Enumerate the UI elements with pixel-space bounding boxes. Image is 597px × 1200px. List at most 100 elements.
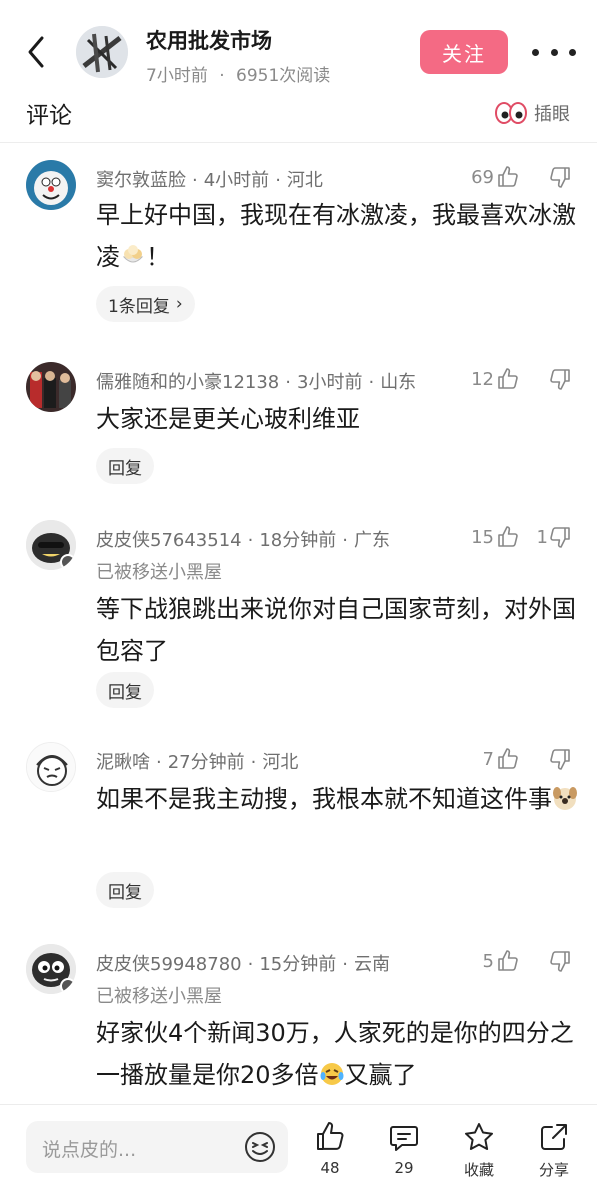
favorite-label: 收藏 [463,1161,494,1179]
chevron-left-icon [28,36,44,68]
more-options-icon[interactable] [532,38,576,66]
star-icon [465,1123,493,1150]
dot [569,48,576,56]
thumbs-up-icon [498,526,518,547]
comment-input[interactable]: 说点皮的... [26,1121,288,1173]
dislike-button[interactable] [520,364,572,394]
eyes-icon [495,102,527,124]
crying-dog-emoji-icon [553,787,577,810]
follow-button[interactable]: 关注 [420,30,508,74]
insert-eye-label: 插眼 [534,104,570,125]
thumbs-up-icon [498,748,518,769]
share-icon [541,1124,567,1150]
ice-cream-emoji-icon [122,245,144,263]
dot [532,48,539,56]
publisher-name[interactable]: 农用批发市场 [146,25,272,55]
thumbs-down-icon [550,527,570,548]
article-time: 7小时前 [146,66,208,86]
thumbs-up-icon [498,368,518,389]
reply-count-label: 1条回复 [108,296,170,317]
comment-time: 18分钟前 [259,530,337,551]
comment-item: 儒雅随和的小豪12138 · 3小时前 · 山东 12 大家还是更关心玻利维亚 回复 [0,362,597,492]
share-button[interactable]: 分享 [526,1121,582,1185]
thumbs-down-icon [550,951,570,972]
dot [550,48,558,56]
reply-button[interactable]: 回复 [96,448,154,484]
comment-location: 山东 [380,372,417,393]
comment-header: 儒雅随和的小豪12138 · 3小时前 · 山东 [96,372,417,393]
dislike-button[interactable] [520,946,572,976]
thumbs-down-icon [550,369,570,390]
thumbs-down-icon [550,167,570,188]
laughing-crying-emoji-icon [320,1063,344,1085]
reply-label: 回复 [108,682,142,703]
comment-text: 等下战狼跳出来说你对自己国家苛刻，对外国包容了 [96,595,576,665]
reply-button[interactable]: 回复 [96,872,154,908]
chevron-right-icon: › [175,294,183,314]
comment-text: 好家伙4个新闻30万，人家死的是你的四分之一播放量是你20多倍 又赢了 [96,1012,582,1096]
comment-item: 泥瞅啥 · 27分钟前 · 河北 7 如果不是我主动搜，我根本就不知道这件事 回复 [0,742,597,912]
back-button[interactable] [22,32,52,72]
user-avatar[interactable] [26,520,76,570]
comment-time: 15分钟前 [259,954,337,975]
article-reads: 6951次阅读 [236,66,331,86]
like-button[interactable]: 12 [440,364,520,394]
insert-eye-button[interactable]: 插眼 [494,100,570,126]
username[interactable]: 泥瞅啥 [96,752,150,773]
reply-label: 回复 [108,458,142,479]
like-button[interactable]: 7 [440,744,520,774]
comment-text: 大家还是更关心玻利维亚 [96,405,360,433]
like-count: 12 [471,368,494,390]
comment-text: 早上好中国，我现在有冰激凌，我最喜欢冰激凌！ [96,194,582,278]
share-label: 分享 [538,1161,569,1179]
comment-item: 皮皮侠57643514 · 18分钟前 · 广东 已被移送小黑屋 15 1 等下战狼跳出… [0,520,597,710]
article-header: 农用批发市场 7小时前 · 6951次阅读 关注 [0,0,597,94]
dislike-button[interactable] [520,744,572,774]
user-avatar[interactable] [26,944,76,994]
thumbs-up-icon [317,1122,344,1150]
user-avatar[interactable] [26,160,76,210]
comment-count: 29 [394,1159,414,1177]
favorite-button[interactable]: 收藏 [451,1121,507,1185]
comment-location: 河北 [262,752,299,773]
username[interactable]: 皮皮侠57643514 [96,530,242,551]
comment-text-tail: ！ [146,243,170,271]
username[interactable]: 皮皮侠59948780 [96,954,242,975]
reply-button[interactable]: 回复 [96,672,154,708]
like-article-button[interactable]: 48 [302,1121,358,1185]
emoji-picker-icon[interactable] [242,1129,278,1165]
user-status: 已被移送小黑屋 [96,562,222,583]
view-replies-button[interactable]: 1条回复 › [96,286,195,322]
comment-button[interactable]: 29 [376,1121,432,1185]
username[interactable]: 儒雅随和的小豪12138 [96,372,279,393]
comment-header: 皮皮侠59948780 · 15分钟前 · 云南 [96,954,390,975]
user-avatar[interactable] [26,742,76,792]
publisher-avatar[interactable] [76,26,128,78]
comment-input-placeholder: 说点皮的... [42,1139,137,1161]
comment-location: 广东 [354,530,390,551]
username[interactable]: 窦尔敦蓝脸 [96,170,186,191]
comment-location: 云南 [354,954,390,975]
user-status: 已被移送小黑屋 [96,986,222,1007]
bottom-action-bar: 说点皮的... 48 29 收藏 分享 [0,1104,597,1200]
thumbs-up-icon [498,950,518,971]
comment-time: 4小时前 [203,170,270,191]
comments-title: 评论 [26,103,72,129]
dislike-button[interactable] [520,162,572,192]
comment-icon [390,1126,418,1151]
comment-header: 皮皮侠57643514 · 18分钟前 · 广东 [96,530,390,551]
comment-item: 皮皮侠59948780 · 15分钟前 · 云南 已被移送小黑屋 5 好家伙4个新闻30… [0,944,597,1094]
comment-header: 窦尔敦蓝脸 · 4小时前 · 河北 [96,170,323,191]
dislike-button[interactable]: 1 [520,522,572,552]
user-avatar[interactable] [26,362,76,412]
comment-location: 河北 [286,170,323,191]
comment-header: 泥瞅啥 · 27分钟前 · 河北 [96,752,299,773]
like-button[interactable]: 15 [440,522,520,552]
thumbs-up-icon [498,166,518,187]
like-count: 15 [471,526,494,548]
like-count: 5 [482,950,494,972]
like-button[interactable]: 5 [440,946,520,976]
like-button[interactable]: 69 [440,162,520,192]
meta-separator: · [219,66,225,86]
comment-time: 3小时前 [297,372,363,393]
